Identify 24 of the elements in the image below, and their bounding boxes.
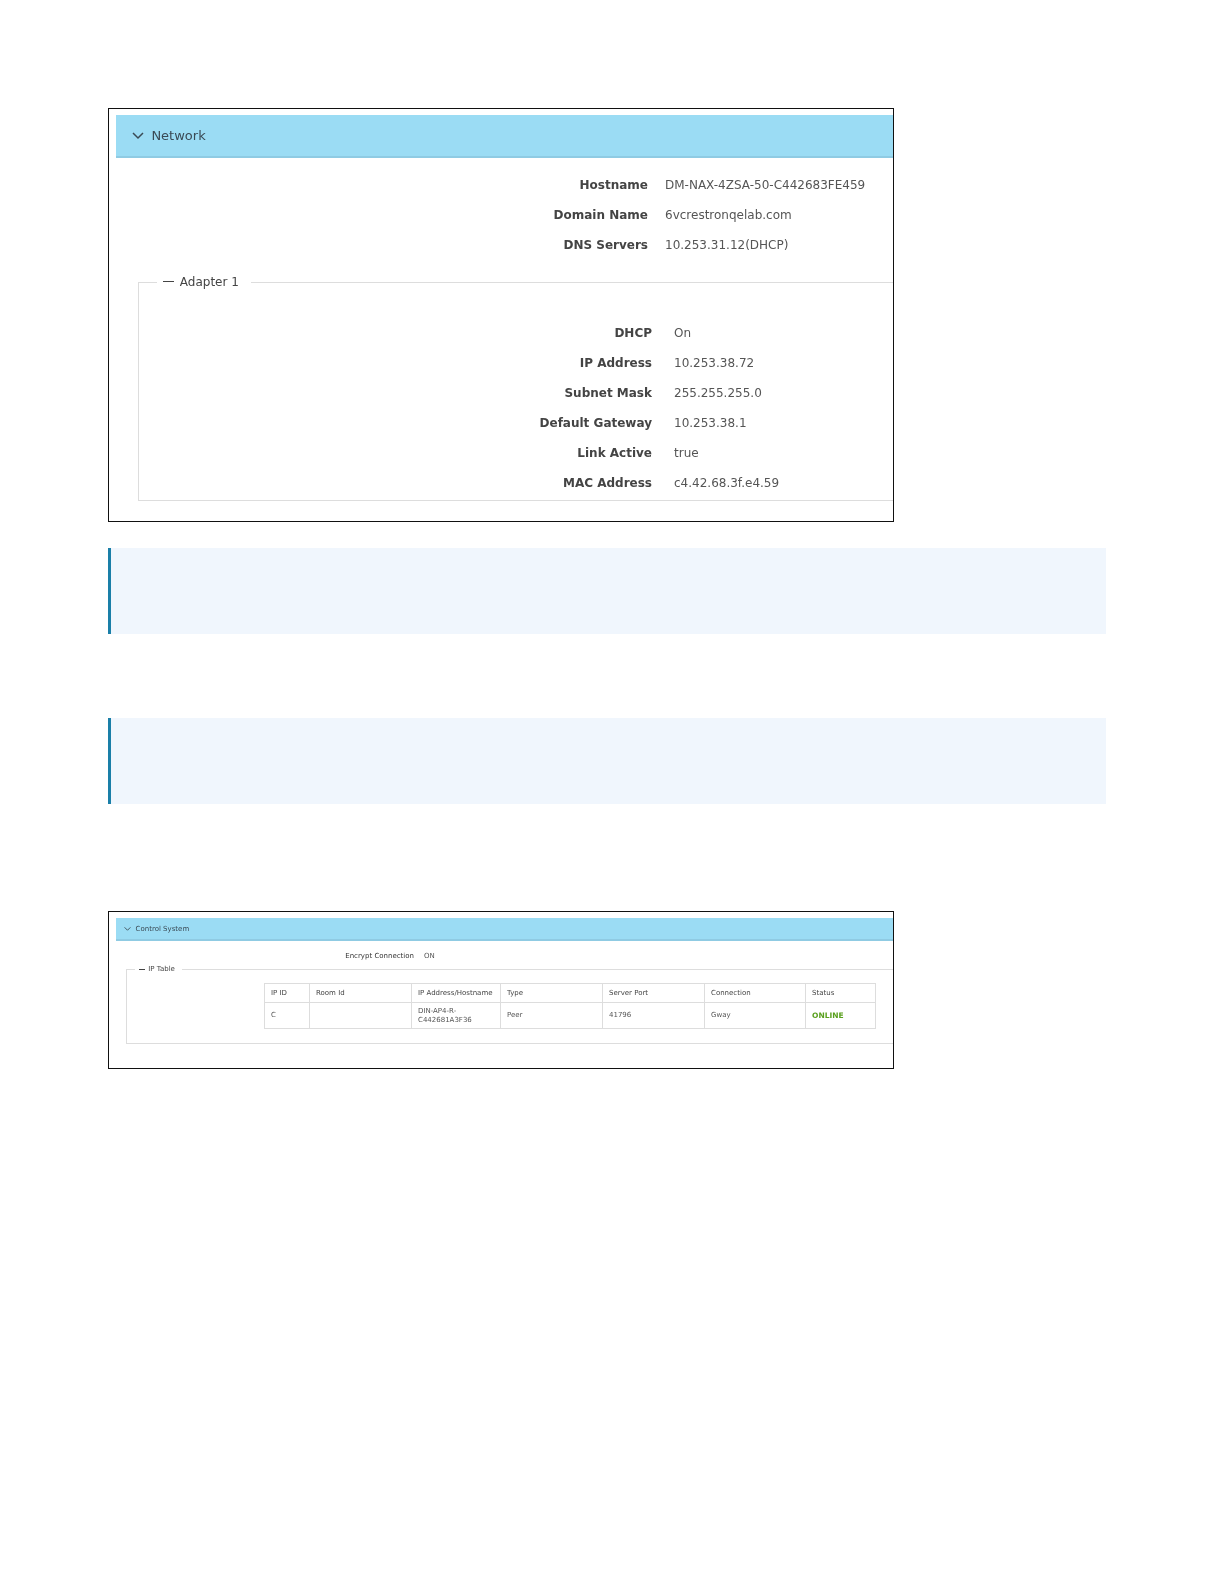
field-label: DNS Servers — [562, 236, 648, 254]
panel-title: Network — [151, 127, 206, 143]
field-label: Default Gateway — [538, 414, 652, 432]
field-label: Subnet Mask — [563, 384, 652, 402]
chevron-down-icon[interactable] — [124, 925, 132, 933]
field-value: true — [674, 444, 700, 462]
field-value: 10.253.38.72 — [674, 354, 756, 372]
field-value: 255.255.255.0 — [674, 384, 763, 402]
field-label: Link Active — [576, 444, 652, 462]
field-label: DHCP — [613, 324, 652, 342]
field-label: Domain Name — [552, 206, 648, 224]
field-label: Hostname — [578, 176, 648, 194]
panel-header[interactable]: Network — [116, 115, 893, 158]
field-value: 6vcrestronqelab.com — [665, 206, 793, 224]
field-value: On — [674, 324, 693, 342]
field-value: DM-NAX-4ZSA-50-C442683FE459 — [665, 176, 867, 194]
field-value: c4.42.68.3f.e4.59 — [674, 474, 781, 492]
field-value: 10.253.31.12(DHCP) — [665, 236, 790, 254]
chevron-down-icon[interactable] — [131, 129, 144, 142]
field-value: 10.253.38.1 — [674, 414, 748, 432]
collapse-icon[interactable] — [163, 280, 174, 283]
field-label: IP Address — [578, 354, 652, 372]
section-title: Adapter 1 — [179, 274, 239, 289]
field-label: MAC Address — [561, 474, 652, 492]
